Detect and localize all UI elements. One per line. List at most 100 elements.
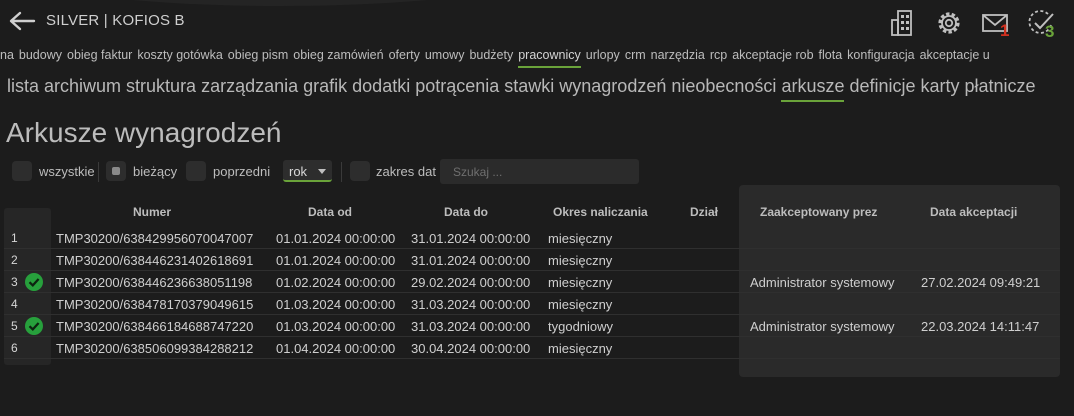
row-number: 6	[11, 341, 18, 355]
filter-current-label: bieżący	[133, 164, 178, 179]
col-header-accepted-by[interactable]: Zaakceptowany prez	[760, 205, 877, 219]
divider	[98, 162, 99, 182]
cell-period: miesięczny	[548, 253, 613, 268]
row-number: 5	[11, 319, 18, 333]
col-header-department[interactable]: Dział	[690, 205, 718, 219]
cell-number: TMP30200/638446236638051198	[56, 275, 253, 290]
module-tab-0[interactable]: na	[0, 48, 14, 62]
accepted-check-icon	[25, 317, 43, 335]
cell-number: TMP30200/638506099384288212	[56, 341, 254, 356]
module-tab-7[interactable]: umowy	[425, 48, 465, 62]
cell-accepted-by: Administrator systemowy	[750, 275, 895, 290]
date-range-checkbox[interactable]	[350, 161, 370, 181]
sub-tab-0[interactable]: lista	[7, 76, 39, 97]
module-tab-11[interactable]: crm	[625, 48, 646, 62]
top-bar: SILVER | KOFIOS B 1 3	[0, 0, 1074, 44]
module-tab-14[interactable]: akceptacje rob	[732, 48, 813, 62]
cell-period: miesięczny	[548, 297, 613, 312]
module-nav: na budowy obieg faktur koszty gotówka obieg …	[0, 48, 1074, 70]
table-row[interactable]: 3 TMP30200/638446236638051198 01.02.2024 0…	[4, 271, 1060, 293]
row-number: 4	[11, 297, 18, 311]
row-number: 2	[11, 253, 18, 267]
module-tab-13[interactable]: rcp	[710, 48, 727, 62]
table-row[interactable]: 2 TMP30200/638446231402618691 01.01.2024 0…	[4, 249, 1060, 271]
sub-tab-7[interactable]: nieobecności	[671, 76, 776, 97]
divider	[341, 162, 342, 182]
building-icon[interactable]	[889, 8, 919, 38]
cell-period: miesięczny	[548, 341, 613, 356]
cell-date-from: 01.03.2024 00:00:00	[276, 297, 396, 312]
table-row[interactable]: 6 TMP30200/638506099384288212 01.04.2024 0…	[4, 337, 1060, 359]
period-select[interactable]: rok	[283, 160, 332, 182]
module-tab-17[interactable]: akceptacje u	[920, 48, 990, 62]
cell-number: TMP30200/638478170379049615	[56, 297, 254, 312]
app-title: SILVER | KOFIOS B	[46, 12, 185, 29]
cell-date-to: 30.04.2024 00:00:00	[411, 341, 531, 356]
row-number: 1	[11, 231, 18, 245]
cell-date-from: 01.01.2024 00:00:00	[276, 253, 396, 268]
cell-accepted-date: 22.03.2024 14:11:47	[921, 319, 1040, 334]
module-tab-10[interactable]: urlopy	[586, 48, 620, 62]
module-tab-15[interactable]: flota	[819, 48, 843, 62]
module-tab-16[interactable]: konfiguracja	[847, 48, 914, 62]
col-header-number[interactable]: Numer	[133, 205, 171, 219]
table-row[interactable]: 5 TMP30200/638466184688747220 01.03.2024 0…	[4, 315, 1060, 337]
module-tab-4[interactable]: obieg pism	[228, 48, 288, 62]
col-header-date-to[interactable]: Data do	[444, 205, 488, 219]
row-number: 3	[11, 275, 18, 289]
page-title: Arkusze wynagrodzeń	[6, 117, 282, 148]
chevron-down-icon	[318, 169, 326, 174]
sub-tab-2[interactable]: struktura zarządzania	[126, 76, 298, 97]
cell-date-from: 01.03.2024 00:00:00	[276, 319, 396, 334]
cell-date-to: 31.03.2024 00:00:00	[411, 297, 531, 312]
col-header-accepted-date[interactable]: Data akceptacji	[930, 205, 1017, 219]
sub-tab-5[interactable]: potrącenia	[415, 76, 499, 97]
cell-date-to: 31.03.2024 00:00:00	[411, 319, 531, 334]
filter-previous-radio[interactable]	[186, 161, 206, 181]
search-input[interactable]	[440, 159, 639, 184]
gear-icon[interactable]	[934, 8, 964, 38]
tasks-badge: 3	[1045, 22, 1055, 41]
filter-bar: wszystkie bieżący poprzedni rok zakres d…	[10, 159, 650, 184]
sub-tab-10[interactable]: karty płatnicze	[921, 76, 1036, 97]
filter-previous-label: poprzedni	[213, 164, 271, 179]
period-select-value: rok	[289, 164, 308, 179]
cell-date-from: 01.04.2024 00:00:00	[276, 341, 396, 356]
cell-date-to: 31.01.2024 00:00:00	[411, 231, 531, 246]
sub-tab-4[interactable]: dodatki	[352, 76, 410, 97]
module-tab-9[interactable]: pracownicy	[518, 48, 581, 68]
sub-tab-1[interactable]: archiwum	[44, 76, 121, 97]
sub-tab-8[interactable]: arkusze	[781, 76, 845, 102]
module-tab-2[interactable]: obieg faktur	[67, 48, 132, 62]
sub-tab-6[interactable]: stawki wynagrodzeń	[504, 76, 666, 97]
sub-nav: lista archiwum struktura zarządzania grafik…	[7, 76, 1074, 104]
date-range-label: zakres dat	[376, 164, 436, 179]
cell-date-from: 01.01.2024 00:00:00	[276, 231, 396, 246]
mail-badge: 1	[1000, 21, 1010, 40]
module-tab-1[interactable]: budowy	[19, 48, 62, 62]
header-decoration	[0, 0, 560, 6]
module-tab-5[interactable]: obieg zamówień	[293, 48, 383, 62]
col-header-date-from[interactable]: Data od	[308, 205, 352, 219]
cell-accepted-date: 27.02.2024 09:49:21	[921, 275, 1041, 290]
module-tab-8[interactable]: budżety	[469, 48, 513, 62]
cell-date-to: 31.01.2024 00:00:00	[411, 253, 531, 268]
cell-accepted-by: Administrator systemowy	[750, 319, 895, 334]
table-row[interactable]: 1 TMP30200/638429956070047007 01.01.2024 0…	[4, 227, 1060, 249]
cell-number: TMP30200/638466184688747220	[56, 319, 254, 334]
sub-tab-9[interactable]: definicje	[849, 76, 915, 97]
module-tab-6[interactable]: oferty	[389, 48, 420, 62]
cell-period: miesięczny	[548, 231, 613, 246]
back-arrow-icon[interactable]	[8, 10, 36, 32]
col-header-period[interactable]: Okres naliczania	[553, 205, 648, 219]
cell-period: miesięczny	[548, 275, 613, 290]
module-tab-12[interactable]: narzędzia	[651, 48, 705, 62]
filter-all-label: wszystkie	[39, 164, 95, 179]
table-row[interactable]: 4 TMP30200/638478170379049615 01.03.2024 0…	[4, 293, 1060, 315]
cell-period: tygodniowy	[548, 319, 614, 334]
filter-all-radio[interactable]	[12, 161, 32, 181]
sub-tab-3[interactable]: grafik	[303, 76, 347, 97]
module-tab-3[interactable]: koszty gotówka	[137, 48, 222, 62]
cell-number: TMP30200/638446231402618691	[56, 253, 254, 268]
filter-current-radio[interactable]	[106, 161, 126, 181]
